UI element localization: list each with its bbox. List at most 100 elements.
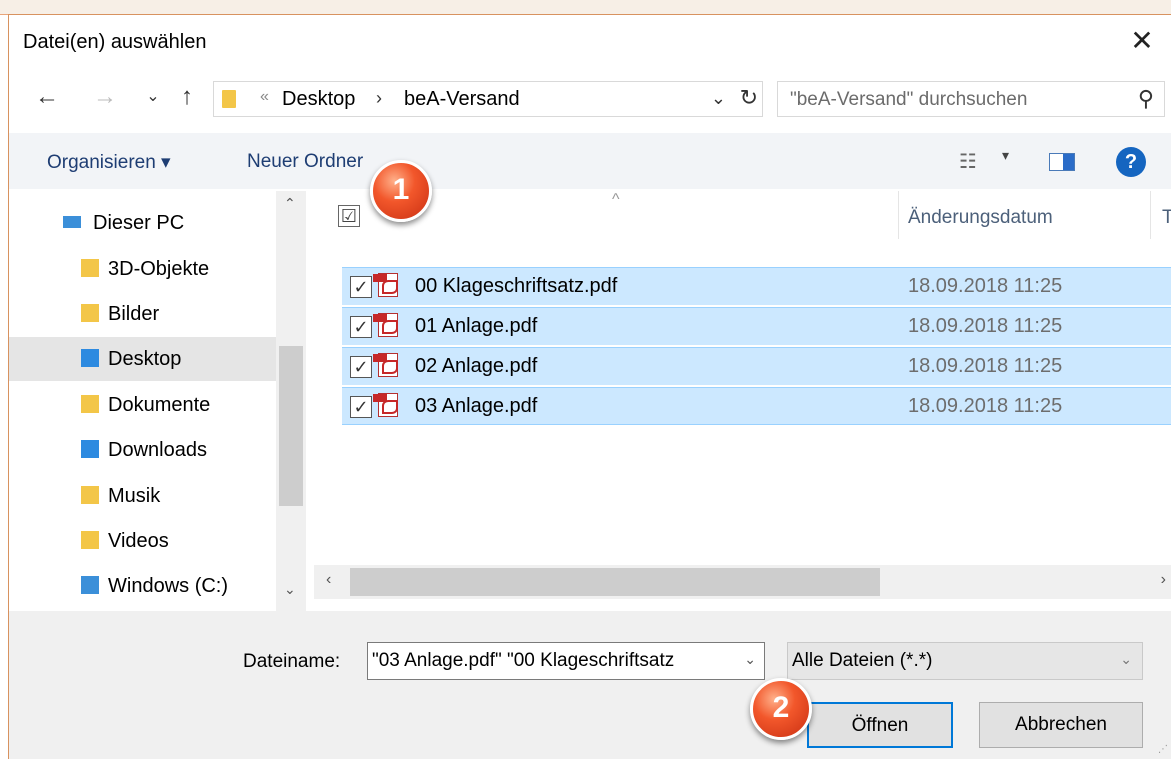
videos-folder-icon bbox=[81, 531, 99, 549]
scrollbar-thumb[interactable] bbox=[350, 568, 880, 596]
address-bar[interactable]: « Desktop › beA-Versand ⌄ ↻ bbox=[213, 81, 763, 117]
music-folder-icon bbox=[81, 486, 99, 504]
file-date: 18.09.2018 11:25 bbox=[908, 395, 1063, 417]
callout-badge-2: 2 bbox=[750, 678, 812, 740]
downloads-folder-icon bbox=[81, 440, 99, 458]
folder-icon bbox=[222, 90, 236, 108]
sidebar-item-desktop[interactable]: Desktop bbox=[9, 337, 276, 381]
title-bar: Datei(en) auswählen ✕ bbox=[9, 15, 1171, 67]
cancel-button[interactable]: Abbrechen bbox=[979, 702, 1143, 748]
sidebar-item-label: Videos bbox=[108, 530, 169, 552]
sidebar-item-label: Dieser PC bbox=[93, 212, 185, 234]
search-input[interactable]: "beA-Versand" durchsuchen ⚲ bbox=[777, 81, 1165, 117]
navigation-pane: Dieser PC 3D-Objekte Bilder Desktop Doku… bbox=[9, 191, 299, 611]
refresh-icon[interactable]: ↻ bbox=[740, 85, 758, 111]
background-window-strip bbox=[0, 0, 1171, 15]
command-toolbar: Organisieren ▾ Neuer Ordner ☷ ▾ ? bbox=[9, 133, 1171, 189]
column-header-type[interactable]: T bbox=[1162, 207, 1171, 229]
file-name: 00 Klageschriftsatz.pdf bbox=[415, 275, 618, 297]
sidebar-item-label: Desktop bbox=[108, 348, 182, 370]
scroll-up-icon[interactable]: ⌃ bbox=[284, 195, 296, 212]
sidebar-item-label: Musik bbox=[108, 485, 161, 507]
close-icon[interactable]: ✕ bbox=[1126, 25, 1158, 57]
column-divider[interactable] bbox=[898, 191, 899, 239]
navigation-bar: ← → ⌄ ↑ « Desktop › beA-Versand ⌄ ↻ "beA… bbox=[9, 77, 1171, 121]
select-all-checkbox[interactable]: ☑ bbox=[338, 205, 360, 227]
sidebar-item-label: Windows (C:) bbox=[108, 575, 229, 597]
file-date: 18.09.2018 11:25 bbox=[908, 355, 1063, 377]
drive-icon bbox=[81, 576, 99, 594]
filename-field[interactable]: "03 Anlage.pdf" "00 Klageschriftsatz ⌄ bbox=[367, 642, 765, 680]
row-checkbox[interactable]: ✓ bbox=[350, 356, 372, 378]
pdf-file-icon bbox=[373, 353, 398, 377]
search-icon[interactable]: ⚲ bbox=[1138, 86, 1154, 112]
sidebar-item-dieser-pc[interactable]: Dieser PC bbox=[9, 201, 276, 245]
new-folder-button[interactable]: Neuer Ordner bbox=[247, 151, 363, 173]
breadcrumb-separator-icon[interactable]: › bbox=[376, 88, 382, 109]
filename-value[interactable]: "03 Anlage.pdf" "00 Klageschriftsatz bbox=[372, 650, 732, 672]
breadcrumb-overflow-icon[interactable]: « bbox=[260, 88, 269, 106]
sidebar-item-3d-objekte[interactable]: 3D-Objekte bbox=[9, 247, 276, 291]
navigation-pane-scrollbar[interactable]: ⌃ ⌄ bbox=[276, 191, 306, 611]
filename-label: Dateiname: bbox=[243, 651, 341, 672]
scroll-left-icon[interactable]: ‹ bbox=[326, 571, 331, 589]
row-checkbox[interactable]: ✓ bbox=[350, 396, 372, 418]
callout-badge-1: 1 bbox=[370, 160, 432, 222]
dialog-title: Datei(en) auswählen bbox=[23, 31, 207, 53]
desktop-folder-icon bbox=[81, 349, 99, 367]
scroll-right-icon[interactable]: › bbox=[1161, 571, 1166, 589]
organize-button[interactable]: Organisieren ▾ bbox=[47, 151, 171, 174]
cube-folder-icon bbox=[81, 259, 99, 277]
sidebar-item-dokumente[interactable]: Dokumente bbox=[9, 383, 276, 427]
resize-grip-icon[interactable]: ⋰ bbox=[1158, 744, 1168, 755]
up-arrow-icon[interactable]: ↑ bbox=[173, 83, 201, 111]
filetype-value: Alle Dateien (*.*) bbox=[792, 650, 933, 671]
view-dropdown-icon[interactable]: ▾ bbox=[1002, 147, 1009, 164]
file-row[interactable]: ✓ 03 Anlage.pdf 18.09.2018 11:25 A bbox=[342, 387, 1171, 425]
row-checkbox[interactable]: ✓ bbox=[350, 276, 372, 298]
file-row[interactable]: ✓ 01 Anlage.pdf 18.09.2018 11:25 A bbox=[342, 307, 1171, 345]
documents-folder-icon bbox=[81, 395, 99, 413]
open-button[interactable]: Öffnen bbox=[807, 702, 953, 748]
column-header-date[interactable]: Änderungsdatum bbox=[908, 207, 1053, 229]
file-name: 02 Anlage.pdf bbox=[415, 355, 538, 377]
column-divider[interactable] bbox=[1150, 191, 1151, 239]
file-name: 03 Anlage.pdf bbox=[415, 395, 538, 417]
pdf-file-icon bbox=[373, 393, 398, 417]
address-dropdown-icon[interactable]: ⌄ bbox=[711, 88, 726, 109]
sidebar-item-videos[interactable]: Videos bbox=[9, 519, 276, 563]
sidebar-item-windows-c[interactable]: Windows (C:) bbox=[9, 564, 276, 608]
row-checkbox[interactable]: ✓ bbox=[350, 316, 372, 338]
filetype-dropdown-icon[interactable]: ⌄ bbox=[1120, 651, 1132, 668]
pdf-file-icon bbox=[373, 273, 398, 297]
file-list-horizontal-scrollbar[interactable]: ‹ › bbox=[314, 565, 1171, 599]
sidebar-item-downloads[interactable]: Downloads bbox=[9, 428, 276, 472]
sort-indicator-icon: ^ bbox=[612, 191, 620, 208]
filename-dropdown-icon[interactable]: ⌄ bbox=[744, 651, 756, 668]
file-open-dialog: Datei(en) auswählen ✕ ← → ⌄ ↑ « Desktop … bbox=[8, 14, 1171, 759]
forward-arrow-icon[interactable]: → bbox=[91, 83, 119, 111]
sidebar-item-musik[interactable]: Musik bbox=[9, 474, 276, 518]
view-options-icon[interactable]: ☷ bbox=[959, 149, 977, 174]
help-icon[interactable]: ? bbox=[1116, 147, 1146, 177]
preview-pane-icon[interactable] bbox=[1049, 153, 1075, 171]
back-arrow-icon[interactable]: ← bbox=[33, 83, 61, 111]
sidebar-item-bilder[interactable]: Bilder bbox=[9, 292, 276, 336]
breadcrumb-bea-versand[interactable]: beA-Versand bbox=[404, 88, 520, 111]
file-date: 18.09.2018 11:25 bbox=[908, 315, 1063, 337]
recent-locations-chevron-icon[interactable]: ⌄ bbox=[139, 83, 167, 111]
scroll-down-icon[interactable]: ⌄ bbox=[284, 581, 296, 598]
scrollbar-thumb[interactable] bbox=[279, 346, 303, 506]
filetype-select[interactable]: Alle Dateien (*.*) ⌄ bbox=[787, 642, 1143, 680]
sidebar-item-label: Bilder bbox=[108, 303, 160, 325]
computer-icon bbox=[63, 216, 81, 228]
breadcrumb-desktop[interactable]: Desktop bbox=[282, 88, 355, 111]
dialog-footer: Dateiname: "03 Anlage.pdf" "00 Klageschr… bbox=[9, 611, 1171, 759]
pdf-file-icon bbox=[373, 313, 398, 337]
file-list: ☑ ^ Änderungsdatum T ✓ 00 Klageschriftsa… bbox=[314, 191, 1171, 611]
search-placeholder: "beA-Versand" durchsuchen bbox=[790, 89, 1028, 110]
sidebar-item-label: Downloads bbox=[108, 439, 207, 461]
file-row[interactable]: ✓ 00 Klageschriftsatz.pdf 18.09.2018 11:… bbox=[342, 267, 1171, 305]
file-row[interactable]: ✓ 02 Anlage.pdf 18.09.2018 11:25 A bbox=[342, 347, 1171, 385]
sidebar-item-label: 3D-Objekte bbox=[108, 258, 210, 280]
